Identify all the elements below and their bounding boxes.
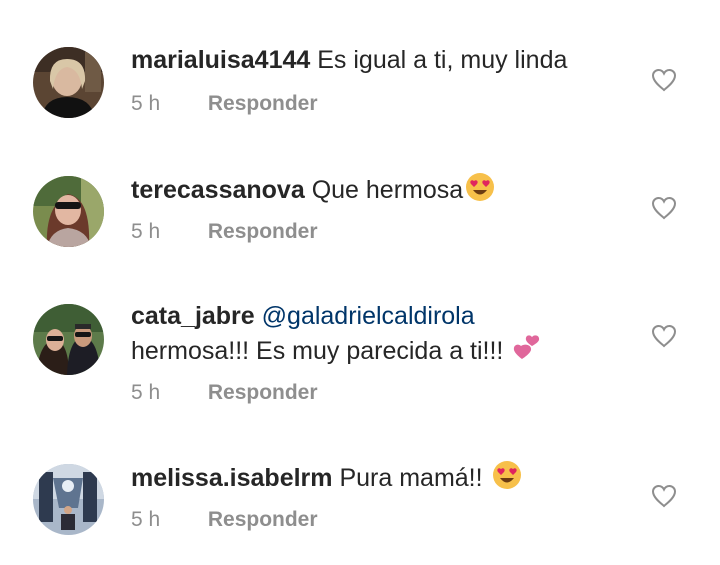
comment-body: Pura mamá!! xyxy=(339,464,483,492)
comment-item: melissa.isabelrm Pura mamá!! 5 h Respond… xyxy=(0,0,720,560)
heart-eyes-emoji-icon xyxy=(492,460,522,499)
comment-time: 5 h xyxy=(131,508,161,531)
comment-username[interactable]: melissa.isabelrm xyxy=(131,464,333,492)
comment-meta: 5 h Responder xyxy=(131,508,318,532)
user-avatar-icon xyxy=(33,464,104,535)
like-button[interactable] xyxy=(651,484,677,508)
comment-text: melissa.isabelrm Pura mamá!! xyxy=(131,460,631,499)
reply-button[interactable]: Responder xyxy=(208,508,318,531)
heart-outline-icon xyxy=(651,484,677,508)
avatar[interactable] xyxy=(33,464,104,535)
